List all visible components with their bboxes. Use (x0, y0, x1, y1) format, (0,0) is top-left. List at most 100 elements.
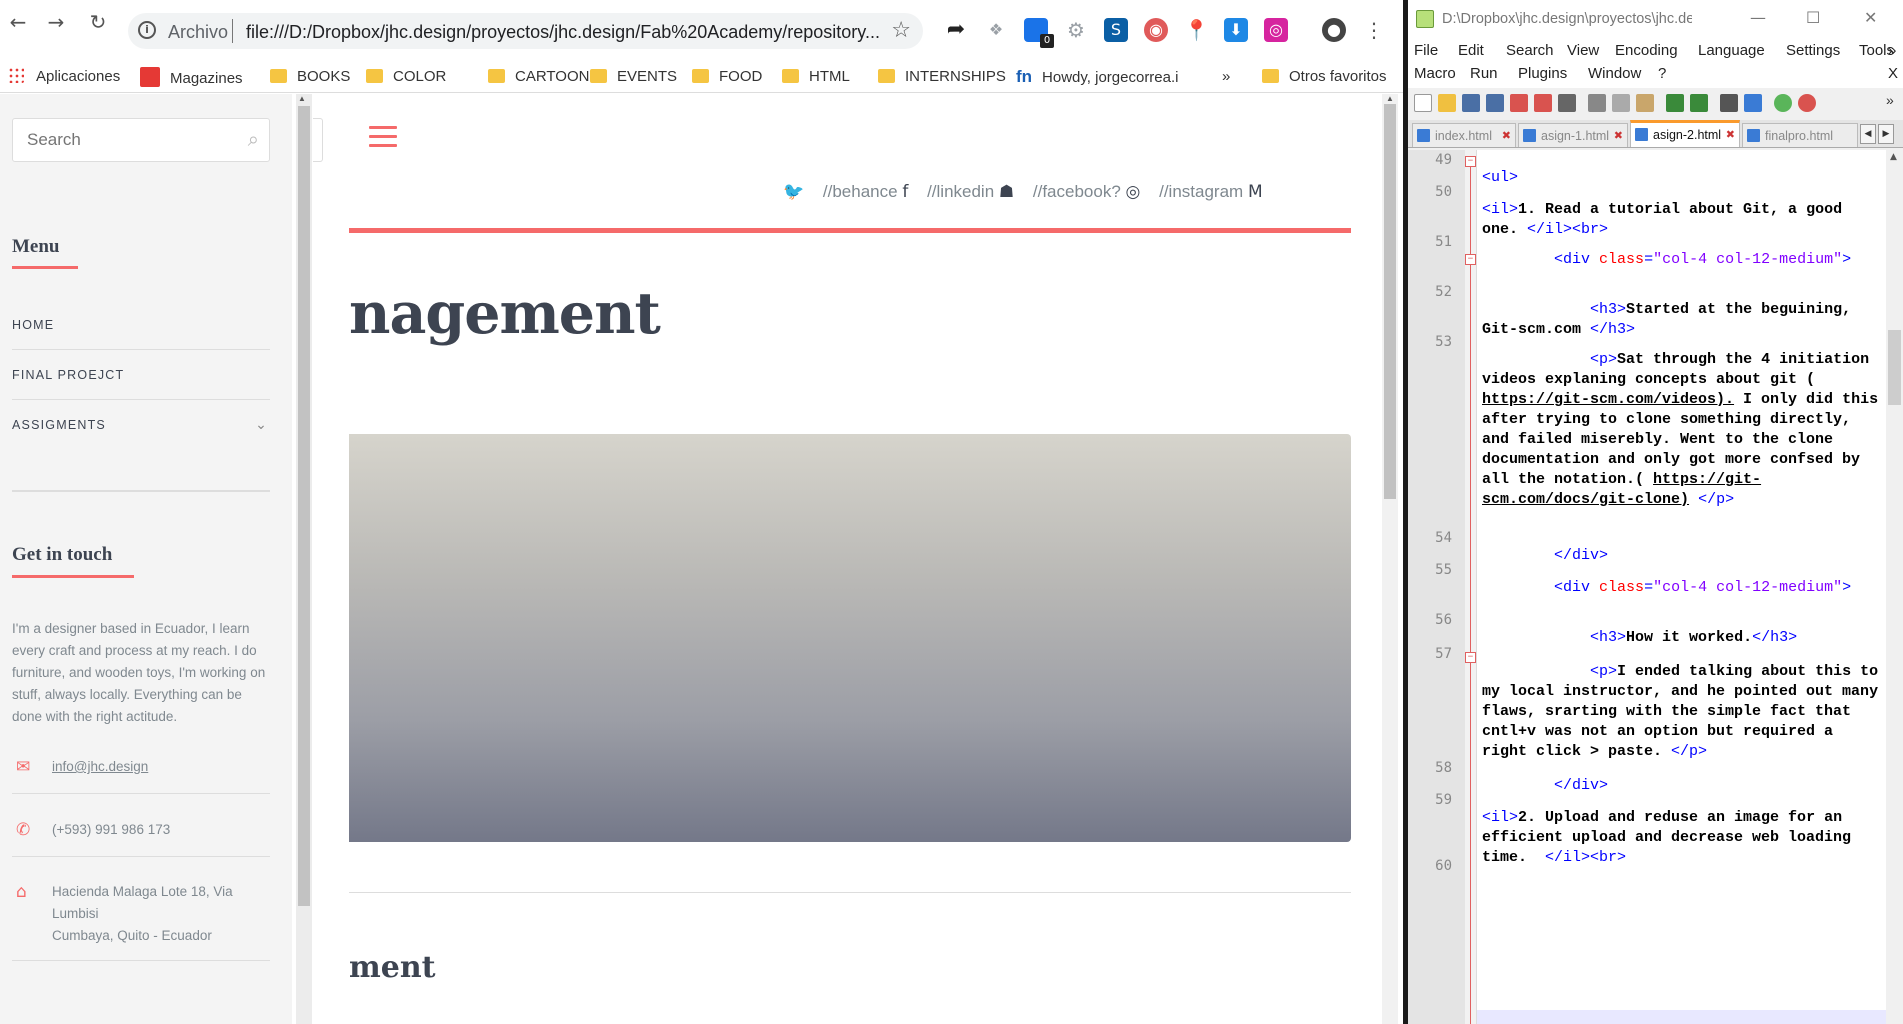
facebook-link[interactable]: //facebook? (1033, 182, 1121, 201)
toolbar-overflow-icon[interactable]: » (1886, 92, 1894, 108)
bookmark-cartoons[interactable]: CARTOONS (488, 67, 599, 87)
gear-extension-icon[interactable]: ⚙ (1064, 18, 1088, 42)
undo-icon[interactable] (1666, 94, 1684, 112)
bookmark-events[interactable]: EVENTS (590, 67, 677, 87)
code-line[interactable]: </div> (1482, 776, 1880, 796)
nav-item-home[interactable]: HOME (12, 300, 270, 350)
fold-collapse-icon[interactable]: − (1465, 156, 1476, 167)
fold-collapse-icon[interactable]: − (1465, 652, 1476, 663)
npp-close-document-button[interactable]: X (1888, 65, 1898, 82)
close-all-icon[interactable] (1534, 94, 1552, 112)
sidebar-scrollbar[interactable]: ▲ (296, 94, 312, 1024)
maximize-icon[interactable]: ☐ (1806, 8, 1820, 27)
tab-asign-2-html[interactable]: asign-2.html ✖ (1630, 120, 1740, 147)
sidebar-toggle-edge[interactable] (313, 118, 323, 162)
page-scroll-thumb[interactable] (1384, 104, 1396, 499)
forward-button[interactable]: → (42, 10, 70, 34)
npp-menu-help[interactable]: ? (1658, 65, 1666, 82)
s-extension-icon[interactable]: S (1104, 18, 1128, 42)
copy-icon[interactable] (1612, 94, 1630, 112)
nav-item-assignments[interactable]: ASSIGMENTS ⌄ (12, 400, 270, 450)
bookmark-food[interactable]: FOOD (692, 67, 762, 87)
facebook-icon[interactable]: f (902, 182, 908, 202)
share-arrow-icon[interactable]: ➦ (944, 18, 968, 42)
bookmark-color[interactable]: COLOR (366, 67, 446, 87)
tab-scroll-right-icon[interactable]: ▶ (1878, 124, 1894, 144)
editor-scroll-thumb[interactable] (1888, 330, 1901, 405)
print-icon[interactable] (1558, 94, 1576, 112)
download-icon[interactable]: ⬇ (1224, 18, 1248, 42)
medium-icon[interactable]: M (1248, 182, 1263, 202)
bookmark-howdy-jorgecorrea-i[interactable]: fn Howdy, jorgecorrea.i (1016, 67, 1179, 87)
code-line[interactable]: <h3>How it worked.</h3> (1482, 628, 1880, 648)
bookmark-star-icon[interactable]: ☆ (891, 18, 911, 43)
code-line[interactable]: <h3>Started at the beguining, Git-scm.co… (1482, 300, 1880, 340)
nav-item-final-project[interactable]: FINAL PROEJCT (12, 350, 270, 400)
avatar[interactable]: ● (1322, 18, 1346, 42)
instagram-extension-icon[interactable]: ◎ (1264, 18, 1288, 42)
npp-menu-search[interactable]: Search (1506, 42, 1554, 59)
bookmark-html[interactable]: HTML (782, 67, 850, 87)
code-line[interactable]: <il>2. Upload and reduse an image for an… (1482, 808, 1880, 868)
url-text[interactable]: file:///D:/Dropbox/jhc.design/proyectos/… (246, 22, 886, 43)
omnibox[interactable]: i Archivo file:///D:/Dropbox/jhc.design/… (128, 13, 923, 49)
reload-button[interactable]: ↻ (84, 10, 112, 34)
tab-finalpro-html[interactable]: finalpro.html (1742, 123, 1858, 147)
npp-menu-view[interactable]: View (1567, 42, 1599, 59)
bookmark-books[interactable]: BOOKS (270, 67, 350, 87)
search-input[interactable] (27, 130, 227, 150)
zoom-out-icon[interactable] (1798, 94, 1816, 112)
code-line[interactable]: <div class="col-4 col-12-medium"> (1482, 250, 1880, 270)
bookmark-internships[interactable]: INTERNSHIPS (878, 67, 1006, 87)
color-picker-icon[interactable]: ◉ (1144, 18, 1168, 42)
npp-menu-plugins[interactable]: Plugins (1518, 65, 1567, 82)
page-scroll-up-arrow-icon[interactable]: ▲ (1386, 94, 1394, 103)
editor-scrollbar[interactable]: ▲ (1886, 150, 1903, 1024)
npp-menu-language[interactable]: Language (1698, 42, 1765, 59)
code-line[interactable]: <p>I ended talking about this to my loca… (1482, 662, 1880, 762)
find-icon[interactable] (1720, 94, 1738, 112)
back-button[interactable]: ← (4, 10, 32, 34)
npp-menu-macro[interactable]: Macro (1414, 65, 1456, 82)
twitter-icon[interactable]: 🐦 (783, 182, 804, 202)
code-line[interactable]: <ul> (1482, 168, 1880, 188)
other-bookmarks-folder[interactable]: Otros favoritos (1262, 67, 1387, 87)
hamburger-menu-icon[interactable] (369, 126, 397, 148)
info-icon[interactable]: i (138, 21, 156, 39)
search-icon[interactable]: ⌕ (248, 127, 259, 151)
save-all-icon[interactable] (1486, 94, 1504, 112)
chevron-down-icon[interactable]: ⌄ (255, 400, 268, 450)
redo-icon[interactable] (1690, 94, 1708, 112)
more-bookmarks-button[interactable]: » (1222, 67, 1230, 87)
email-link[interactable]: info@jhc.design (52, 756, 267, 778)
close-file-icon[interactable] (1510, 94, 1528, 112)
minimize-icon[interactable]: — (1750, 8, 1766, 27)
code-line[interactable]: </div> (1482, 546, 1880, 566)
tab-close-icon[interactable]: ✖ (1502, 124, 1511, 147)
npp-menu-overflow[interactable]: » (1888, 42, 1896, 59)
paste-icon[interactable] (1636, 94, 1654, 112)
instagram-link[interactable]: //instagram (1159, 182, 1243, 201)
search-box[interactable]: ⌕ (12, 118, 270, 162)
sidebar-scroll-thumb[interactable] (298, 106, 310, 906)
open-file-icon[interactable] (1438, 94, 1456, 112)
dropbox-icon[interactable]: ❖ (984, 18, 1008, 42)
npp-menu-settings[interactable]: Settings (1786, 42, 1840, 59)
instagram-icon[interactable]: ◎ (1126, 182, 1141, 202)
code-editor[interactable]: − − − 49 <ul> 50 <il>1. Read a tutorial abo… (1408, 150, 1903, 1024)
map-pin-icon[interactable]: 📍 (1184, 18, 1209, 42)
npp-menu-file[interactable]: File (1414, 42, 1438, 59)
new-file-icon[interactable] (1414, 94, 1432, 112)
behance-link[interactable]: //behance (823, 182, 898, 201)
fold-collapse-icon[interactable]: − (1465, 254, 1476, 265)
tab-asign-1-html[interactable]: asign-1.html ✖ (1518, 123, 1628, 147)
code-line[interactable]: <p>Sat through the 4 initiation videos e… (1482, 350, 1880, 510)
replace-icon[interactable] (1744, 94, 1762, 112)
code-line[interactable]: <div class="col-4 col-12-medium"> (1482, 578, 1880, 598)
editor-scroll-up-icon[interactable]: ▲ (1890, 152, 1897, 162)
save-icon[interactable] (1462, 94, 1480, 112)
page-scrollbar[interactable]: ▲ (1382, 94, 1398, 1024)
tab-close-icon[interactable]: ✖ (1726, 123, 1735, 147)
npp-menu-window[interactable]: Window (1588, 65, 1641, 82)
snapchat-icon[interactable]: ☗ (999, 182, 1014, 202)
